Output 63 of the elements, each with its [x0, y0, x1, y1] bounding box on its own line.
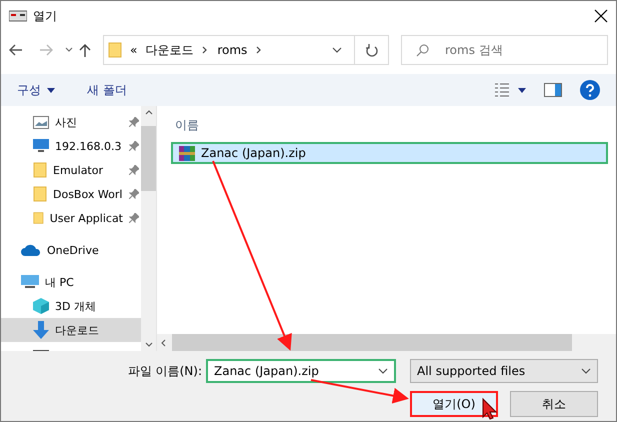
cancel-button[interactable]: 취소 [510, 391, 598, 417]
up-arrow-icon[interactable] [79, 43, 91, 57]
breadcrumb-item[interactable]: roms [217, 43, 248, 57]
recent-caret-icon[interactable] [65, 47, 73, 53]
close-icon[interactable] [594, 9, 608, 23]
refresh-icon [366, 44, 378, 56]
view-list-icon[interactable] [494, 83, 510, 97]
cube-icon [33, 298, 49, 314]
open-button[interactable]: 열기(O) [410, 391, 498, 417]
folder-icon [33, 162, 47, 178]
scroll-left-icon [161, 338, 166, 346]
overflow-chevron[interactable]: « [130, 43, 138, 57]
dropdown-triangle-icon [518, 88, 526, 92]
chevron-right-icon [201, 46, 210, 54]
file-row[interactable]: Zanac (Japan).zip [171, 142, 608, 164]
sidebar-item[interactable]: OneDrive [1, 238, 141, 262]
pin-icon [129, 141, 139, 151]
sidebar-item[interactable]: 3D 개체 [1, 294, 141, 318]
chevron-right-icon [255, 46, 264, 54]
pin-icon [129, 213, 139, 223]
file-type-dropdown[interactable]: All supported files [410, 359, 598, 383]
help-icon[interactable] [580, 80, 600, 100]
folder-icon [33, 186, 47, 202]
sidebar-item[interactable]: User Applicat [1, 206, 141, 230]
picture-icon [33, 116, 49, 128]
sidebar-item[interactable]: DosBox Worl [1, 182, 141, 206]
new-folder-button[interactable]: 새 폴더 [87, 82, 127, 98]
sidebar-item[interactable]: 사진 [1, 110, 141, 134]
download-arrow-icon [33, 321, 49, 339]
cloud-icon [21, 244, 41, 256]
folder-icon [33, 210, 44, 226]
monitor-icon [33, 139, 49, 153]
scroll-up-icon [144, 110, 152, 115]
history-caret-icon [332, 47, 342, 53]
back-arrow-icon[interactable] [9, 44, 23, 56]
archive-icon [179, 146, 195, 160]
pin-icon [129, 189, 139, 199]
horizontal-scrollbar[interactable] [157, 334, 616, 351]
sidebar-item[interactable]: 192.168.0.3 [1, 134, 141, 158]
gamepad-icon [9, 10, 27, 22]
sidebar-item[interactable]: 다운로드 [1, 318, 141, 342]
search-box[interactable]: roms 검색 [401, 35, 608, 65]
organize-button[interactable]: 구성 [17, 82, 55, 98]
pin-icon [129, 117, 139, 127]
dropdown-caret-icon [378, 368, 388, 374]
cursor-icon [482, 398, 498, 420]
search-icon [416, 44, 429, 56]
dropdown-caret-icon [581, 368, 591, 374]
sidebar-item[interactable]: 내 PC [1, 270, 141, 294]
window-title: 열기 [33, 8, 58, 24]
file-name-label: 파일 이름(N): [128, 362, 202, 380]
sidebar-item[interactable]: Emulator [1, 158, 141, 182]
vertical-scrollbar[interactable] [141, 106, 156, 351]
pin-icon [129, 165, 139, 175]
dropdown-triangle-icon [47, 88, 55, 92]
preview-pane-icon[interactable] [544, 83, 562, 97]
column-header[interactable]: 이름 [175, 117, 199, 134]
breadcrumb-item[interactable]: 다운로드 [145, 42, 194, 58]
folder-icon [108, 42, 122, 58]
file-name-field[interactable]: Zanac (Japan).zip [206, 359, 396, 383]
address-bar[interactable]: « 다운로드 roms [103, 35, 389, 65]
scroll-down-icon [144, 342, 152, 347]
monitor-icon [21, 275, 39, 289]
